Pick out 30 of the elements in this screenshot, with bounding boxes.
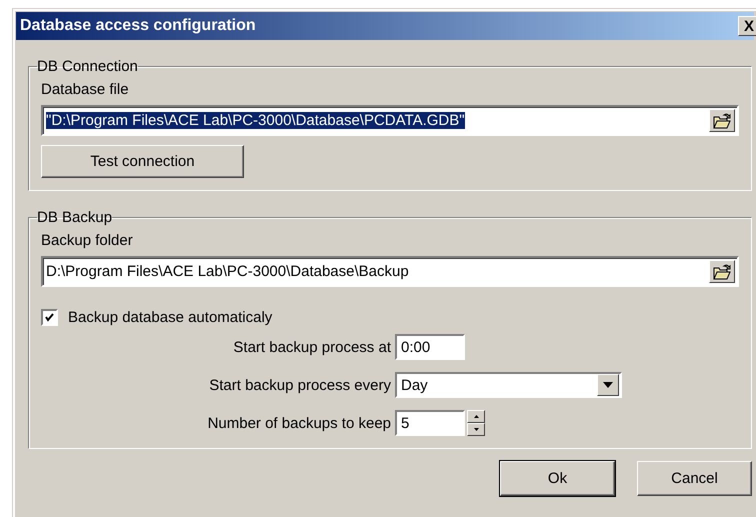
checkbox[interactable] <box>41 309 58 326</box>
test-connection-button[interactable]: Test connection <box>41 145 244 178</box>
group-title: DB Backup <box>37 209 112 226</box>
field-value: "D:\Program Files\ACE Lab\PC-3000\Database\PCDATA.GDB" <box>46 112 465 129</box>
dropdown[interactable]: Day <box>395 372 622 398</box>
browse-button[interactable] <box>709 109 735 132</box>
field-label: Start backup process every <box>208 376 391 394</box>
input-field[interactable]: D:\Program Files\ACE Lab\PC-3000\Database\Backup <box>41 256 739 287</box>
input-field[interactable]: "D:\Program Files\ACE Lab\PC-3000\Database\PCDATA.GDB" <box>41 105 739 136</box>
field-label: Number of backups to keep <box>206 414 391 432</box>
number-field[interactable]: 5 <box>395 410 465 436</box>
ok-button[interactable]: Ok <box>500 461 615 496</box>
field-label: Start backup process at <box>232 338 391 356</box>
checkmark-icon <box>45 313 54 322</box>
browse-button[interactable] <box>709 260 735 283</box>
up-arrow-icon <box>474 415 478 418</box>
folder-icon <box>713 264 731 280</box>
checkbox-label: Backup database automaticaly <box>68 309 272 326</box>
field-value: D:\Program Files\ACE Lab\PC-3000\Database\Backup <box>45 263 410 280</box>
spin-down-button[interactable] <box>467 423 485 436</box>
group-title: DB Connection <box>37 58 138 75</box>
field-label: Backup folder <box>41 232 134 249</box>
field-label: Database file <box>41 81 130 98</box>
spin-up-button[interactable] <box>467 410 485 423</box>
time-field[interactable]: 0:00 <box>395 334 465 360</box>
down-arrow-icon <box>474 428 478 431</box>
cancel-button[interactable]: Cancel <box>637 461 752 496</box>
close-button[interactable]: X <box>738 16 756 36</box>
window-title: Database access configuration <box>20 17 256 35</box>
folder-icon <box>713 112 731 128</box>
